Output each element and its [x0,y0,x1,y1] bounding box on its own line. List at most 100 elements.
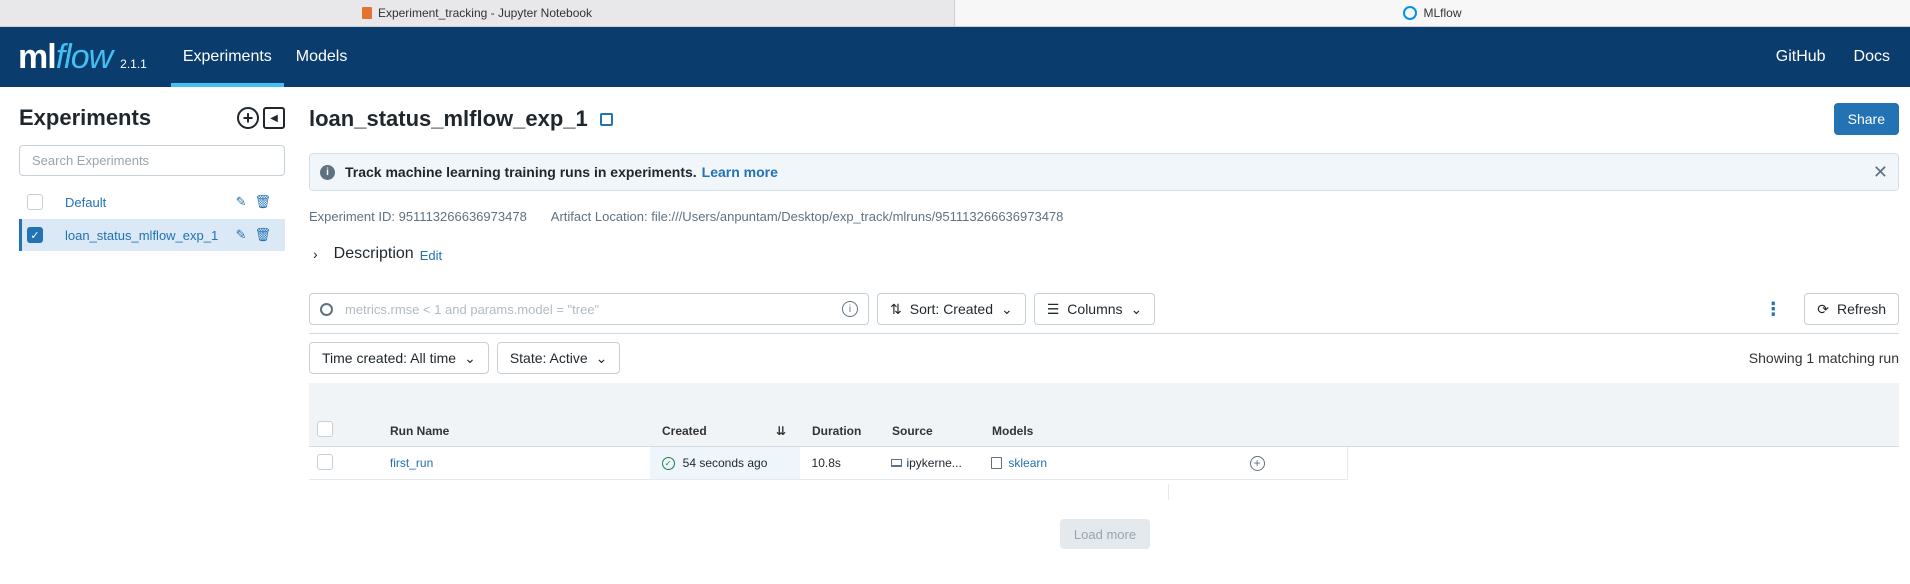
column-header-models[interactable]: Models [980,424,1168,438]
state-filter[interactable]: State: Active ⌄ [496,342,621,374]
divider [309,333,1899,334]
experiment-name[interactable]: loan_status_mlflow_exp_1 [65,228,236,243]
browser-tab-strip: Experiment_tracking - Jupyter Notebook M… [0,0,1910,27]
model-link[interactable]: sklearn [1008,456,1047,470]
info-banner: i Track machine learning training runs i… [309,153,1899,191]
create-experiment-icon[interactable]: + [237,107,259,129]
more-options-icon[interactable]: ⋮ [1764,299,1782,320]
sidebar-item-loan-status[interactable]: ✓ loan_status_mlflow_exp_1 ✎ 🗑 [19,219,285,251]
column-header-run-name[interactable]: Run Name [390,424,650,438]
time-filter-label: Time created: All time [322,350,457,366]
table-row[interactable]: first_run ✓ 54 seconds ago 10.8s ipykern… [309,447,1348,480]
column-header-source[interactable]: Source [880,424,980,438]
time-created-filter[interactable]: Time created: All time ⌄ [309,342,489,374]
version-label: 2.1.1 [120,57,147,71]
description-label: Description [333,245,414,262]
grid-divider [1168,484,1169,500]
copy-icon[interactable] [599,112,613,126]
info-icon[interactable]: i [842,301,858,317]
sort-desc-icon[interactable]: ⇊ [776,424,786,438]
notebook-icon [361,7,372,19]
columns-label: Columns [1067,301,1123,317]
duration-cell: 10.8s [811,456,841,470]
select-all-checkbox[interactable] [317,421,333,437]
laptop-icon [891,459,903,467]
sidebar-header: Experiments + ◀ [19,103,285,133]
trash-icon[interactable]: 🗑 [254,194,271,210]
source-value: ipykerne... [906,456,962,470]
column-header-duration[interactable]: Duration [800,424,880,438]
nav-docs[interactable]: Docs [1854,48,1890,66]
chevron-right-icon[interactable]: › [313,246,318,262]
created-value: 54 seconds ago [682,456,768,470]
run-search-input[interactable]: metrics.rmse < 1 and params.model = "tre… [309,293,869,325]
table-header: Run Name Created ⇊ Duration Source Model… [309,415,1899,447]
sort-button[interactable]: ⇅ Sort: Created ⌄ [877,293,1026,325]
models-cell: sklearn [979,456,1167,470]
browser-tab-mlflow[interactable]: MLflow [955,0,1910,26]
close-icon[interactable]: ✕ [1873,162,1888,183]
success-icon: ✓ [661,456,675,470]
logo-ml: ml [18,37,57,76]
chevron-down-icon: ⌄ [595,349,608,366]
experiment-meta: Experiment ID: 951113266636973478 Artifa… [309,209,1899,224]
browser-tab-title: Experiment_tracking - Jupyter Notebook [377,6,593,20]
experiment-search-input[interactable]: Search Experiments [19,145,285,176]
chevron-down-icon: ⌄ [464,349,476,366]
sidebar-item-default[interactable]: Default ✎ 🗑 [19,186,285,218]
chevron-down-icon: ⌄ [1001,300,1013,317]
add-column-icon[interactable]: + [1249,455,1265,471]
experiment-checkbox[interactable] [27,194,43,210]
browser-tab-jupyter[interactable]: Experiment_tracking - Jupyter Notebook [0,0,955,26]
edit-icon[interactable]: ✎ [236,227,247,243]
sort-icon: ⇅ [890,300,902,317]
main-content: loan_status_mlflow_exp_1 Share i Track m… [309,103,1899,480]
sidebar-actions: + ◀ [237,107,285,129]
run-search-placeholder: metrics.rmse < 1 and params.model = "tre… [345,301,600,317]
logo-flow: flow [55,37,113,76]
add-column-cell: + [1167,455,1347,471]
mlflow-logo[interactable]: ml flow 2.1.1 [18,27,147,87]
edit-icon[interactable]: ✎ [236,194,247,210]
artifact-location: Artifact Location: file:///Users/anpunta… [550,209,1064,224]
matching-runs-count: Showing 1 matching run [1748,350,1899,366]
refresh-icon: ⟳ [1817,300,1829,317]
trash-icon[interactable]: 🗑 [254,227,271,243]
refresh-button[interactable]: ⟳ Refresh [1804,293,1899,325]
row-checkbox[interactable] [317,453,333,470]
nav-right: GitHub Docs [1776,27,1910,87]
nav-github[interactable]: GitHub [1776,48,1826,66]
collapse-sidebar-icon[interactable]: ◀ [263,107,285,129]
browser-tab-title: MLflow [1423,6,1462,20]
columns-button[interactable]: ☰ Columns ⌄ [1033,293,1156,325]
info-icon: i [320,164,335,180]
column-header-created-label: Created [662,423,707,438]
page-title: loan_status_mlflow_exp_1 [309,106,588,131]
table-group-header [309,383,1899,415]
nav-models[interactable]: Models [284,27,360,87]
run-name-link[interactable]: first_run [390,456,433,470]
runs-toolbar: metrics.rmse < 1 and params.model = "tre… [309,293,1899,325]
title-row: loan_status_mlflow_exp_1 Share [309,103,1899,135]
share-button[interactable]: Share [1833,103,1899,135]
filter-row: Time created: All time ⌄ State: Active ⌄… [309,342,1899,374]
experiment-name[interactable]: Default [65,195,236,210]
banner-text: Track machine learning training runs in … [345,164,697,180]
created-cell: ✓ 54 seconds ago [649,447,800,479]
experiments-sidebar: Experiments + ◀ Search Experiments Defau… [19,103,285,251]
sort-label: Sort: Created [909,301,993,317]
load-more-button[interactable]: Load more [1060,519,1150,549]
app-header: ml flow 2.1.1 Experiments Models GitHub D… [0,27,1910,87]
column-header-created[interactable]: Created ⇊ [650,424,800,438]
nav-experiments[interactable]: Experiments [170,27,284,87]
list-icon: ☰ [1046,300,1060,317]
model-icon [991,457,1003,469]
learn-more-link[interactable]: Learn more [702,164,778,180]
runs-table: Run Name Created ⇊ Duration Source Model… [309,383,1899,480]
chevron-down-icon: ⌄ [1130,300,1143,317]
mlflow-icon [1403,6,1418,20]
description-edit-link[interactable]: Edit [420,248,442,263]
experiment-checkbox[interactable]: ✓ [27,227,43,243]
search-icon [320,302,333,316]
source-cell: ipykerne... [879,456,979,470]
